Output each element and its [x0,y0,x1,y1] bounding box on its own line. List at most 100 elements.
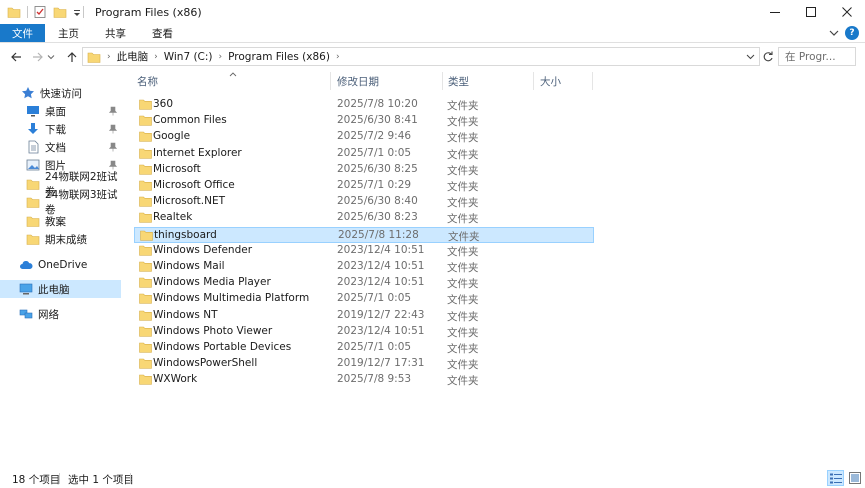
file-list: 名称 修改日期 类型 大小 360 2025/7/8 10:20 文件夹 Common… [131,70,865,464]
recent-locations-button[interactable] [46,46,56,68]
file-row[interactable]: Microsoft.NET 2025/6/30 8:40 文件夹 [134,194,594,210]
file-name: Windows NT [153,308,218,321]
expand-ribbon-icon[interactable] [829,28,839,41]
file-name: Windows Multimedia Platform [153,292,310,305]
close-button[interactable] [829,0,865,24]
nav-network[interactable]: 网络 [0,305,121,323]
folder-icon [139,358,152,369]
address-row: › 此电脑 › Win7 (C:) › Program Files (x86) … [0,46,865,68]
folder-icon [26,214,40,228]
file-row[interactable]: Google 2025/7/2 9:46 文件夹 [134,129,594,145]
back-button[interactable] [8,46,24,68]
window-controls [757,0,865,24]
file-type: 文件夹 [447,164,479,177]
file-row[interactable]: Microsoft Office 2025/7/1 0:29 文件夹 [134,178,594,194]
breadcrumb-drive[interactable]: Win7 (C:) [164,51,213,63]
file-row[interactable]: Windows Multimedia Platform 2025/7/1 0:05… [134,291,594,307]
sidebar-item-downloads[interactable]: 下载 [0,120,121,138]
address-history-icon[interactable] [746,52,755,64]
file-name: Windows Media Player [153,276,271,289]
maximize-button[interactable] [793,0,829,24]
file-row[interactable]: Windows Mail 2023/12/4 10:51 文件夹 [134,259,594,275]
file-row[interactable]: Windows Defender 2023/12/4 10:51 文件夹 [134,243,594,259]
file-type: 文件夹 [447,197,479,210]
ribbon-tabs: 文件 主页 共享 查看 ? [0,24,865,43]
details-view-button[interactable] [827,470,844,486]
sidebar-item-folder[interactable]: 24物联网3班试卷 [0,189,121,216]
large-icons-view-button[interactable] [846,470,863,486]
breadcrumb-chevron-icon[interactable]: › [219,52,223,62]
breadcrumb-chevron-icon[interactable]: › [154,52,158,62]
file-name: WindowsPowerShell [153,357,258,370]
file-row[interactable]: Microsoft 2025/6/30 8:25 文件夹 [134,162,594,178]
sidebar-item-desktop[interactable]: 桌面 [0,102,121,120]
tab-view[interactable]: 查看 [139,24,186,42]
nav-onedrive[interactable]: OneDrive [0,256,121,274]
file-row[interactable]: Internet Explorer 2025/7/1 0:05 文件夹 [134,146,594,162]
search-input[interactable]: 在 Progr... [785,49,836,64]
file-row[interactable]: thingsboard 2025/7/8 11:28 文件夹 [134,226,594,243]
file-type: 文件夹 [447,116,479,129]
file-type: 文件夹 [447,100,479,112]
help-icon[interactable]: ? [845,26,859,40]
quick-access-toolbar [0,0,89,24]
breadcrumb-current[interactable]: Program Files (x86) [228,51,330,63]
pin-icon[interactable] [108,106,118,119]
sidebar-item-folder[interactable]: 期末成绩 [0,230,121,248]
column-divider[interactable] [330,72,331,90]
file-row[interactable]: Common Files 2025/6/30 8:41 文件夹 [134,113,594,129]
file-name: Windows Portable Devices [153,341,292,353]
file-modified-date: 2025/6/30 8:23 [337,211,418,224]
file-name: Windows Defender [153,243,253,256]
column-divider[interactable] [442,72,443,90]
network-icon [19,307,33,321]
minimize-button[interactable] [757,0,793,24]
address-bar[interactable]: › 此电脑 › Win7 (C:) › Program Files (x86) … [82,47,760,66]
file-row[interactable]: Windows NT 2019/12/7 22:43 文件夹 [134,308,594,324]
file-row[interactable]: Windows Portable Devices 2025/7/1 0:05 文件夹 [134,340,594,356]
file-type: 文件夹 [447,245,479,258]
folder-icon [139,196,152,207]
column-header-size[interactable]: 大小 [540,70,561,92]
tab-home[interactable]: 主页 [45,24,92,42]
folder-icon [139,115,152,126]
breadcrumb-this-pc[interactable]: 此电脑 [117,49,149,64]
forward-button[interactable] [30,46,46,68]
file-name: Google [153,130,191,143]
properties-icon[interactable] [33,5,47,19]
column-header-type[interactable]: 类型 [448,70,469,92]
desktop-icon [26,104,40,118]
file-row[interactable]: Windows Photo Viewer 2023/12/4 10:51 文件夹 [134,324,594,340]
file-type: 文件夹 [447,359,479,372]
file-row[interactable]: Realtek 2025/6/30 8:23 文件夹 [134,210,594,226]
file-name: Windows Mail [153,260,225,272]
breadcrumb-chevron-icon[interactable]: › [336,52,340,62]
column-divider[interactable] [533,72,534,90]
refresh-button[interactable] [761,47,775,66]
nav-this-pc[interactable]: 此电脑 [0,280,121,298]
folder-icon [139,374,152,385]
column-header-modified[interactable]: 修改日期 [337,70,379,92]
nav-quick-access[interactable]: 快速访问 [0,84,121,102]
computer-icon [19,282,33,296]
pin-icon[interactable] [108,142,118,155]
customize-toolbar-icon[interactable] [73,5,81,19]
sidebar-item-documents[interactable]: 文档 [0,138,121,156]
pin-icon[interactable] [108,124,118,137]
breadcrumb-chevron-icon[interactable]: › [107,52,111,62]
document-icon [26,140,40,154]
file-modified-date: 2025/6/30 8:41 [337,114,418,127]
column-header-name[interactable]: 名称 [137,70,158,92]
column-divider[interactable] [592,72,593,90]
nav-label: 桌面 [45,105,66,118]
file-row[interactable]: 360 2025/7/8 10:20 文件夹 [134,97,594,113]
file-row[interactable]: WindowsPowerShell 2019/12/7 17:31 文件夹 [134,356,594,372]
tab-share[interactable]: 共享 [92,24,139,42]
new-folder-icon[interactable] [53,5,67,19]
sidebar-item-folder[interactable]: 教案 [0,212,121,230]
up-button[interactable] [64,46,80,68]
tab-file[interactable]: 文件 [0,24,45,42]
file-row[interactable]: WXWork 2025/7/8 9:53 文件夹 [134,372,594,388]
file-row[interactable]: Windows Media Player 2023/12/4 10:51 文件夹 [134,275,594,291]
search-box[interactable]: 在 Progr... [778,47,856,66]
